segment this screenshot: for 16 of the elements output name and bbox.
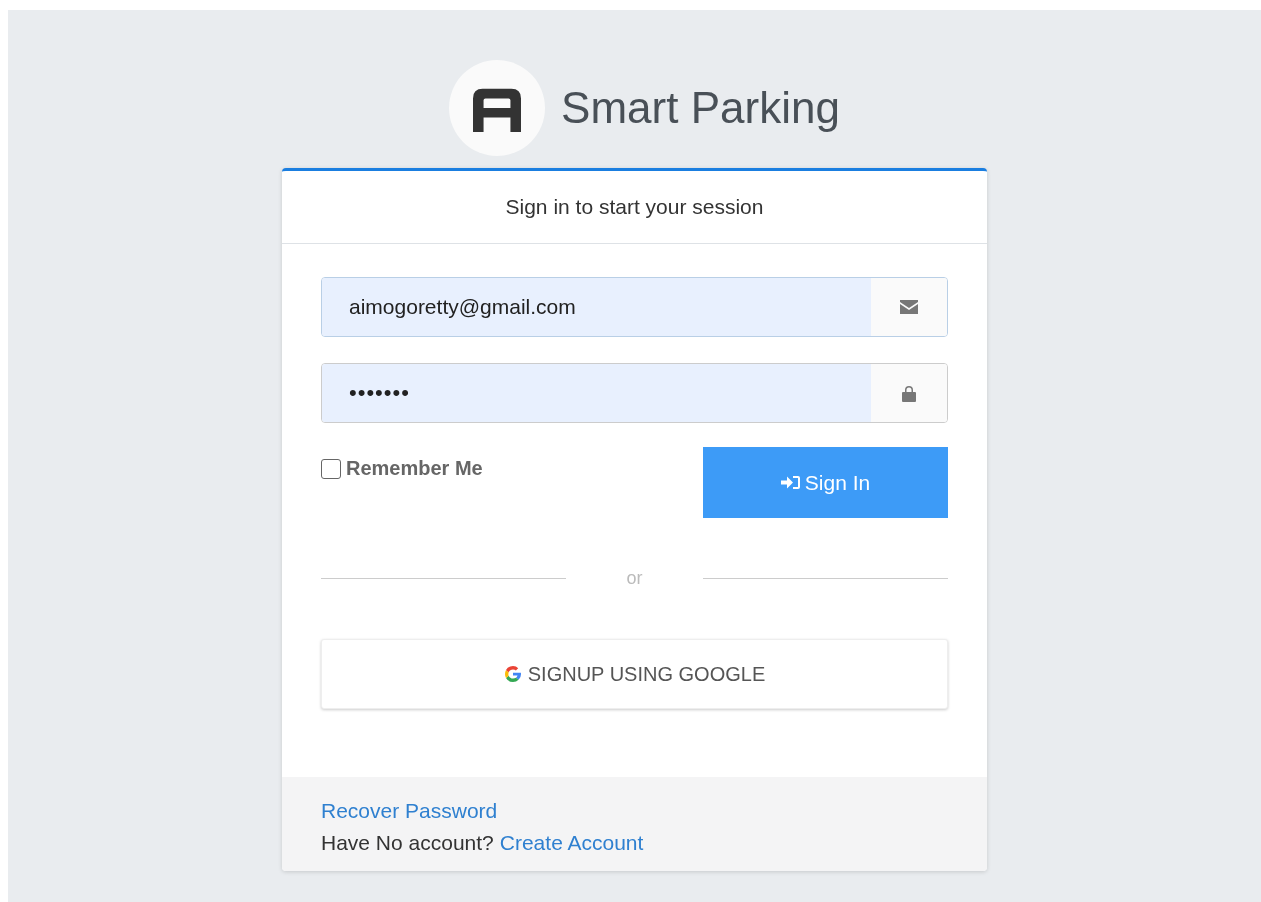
password-field[interactable]: ••••••• <box>321 363 948 423</box>
recover-password-link[interactable]: Recover Password <box>321 799 498 822</box>
app-title: Smart Parking <box>561 83 840 133</box>
no-account-text: Have No account? <box>321 831 494 855</box>
google-signup-button[interactable]: SIGNUP USING GOOGLE <box>321 639 948 709</box>
remember-label: Remember Me <box>346 457 483 480</box>
remember-checkbox[interactable] <box>321 458 341 479</box>
logo-icon <box>449 60 546 156</box>
divider-label: or <box>625 568 644 589</box>
envelope-icon <box>900 300 918 314</box>
google-icon <box>503 665 522 683</box>
create-account-link[interactable]: Create Account <box>499 831 644 855</box>
lock-icon <box>902 384 916 402</box>
sign-in-icon <box>780 475 801 490</box>
email-field[interactable]: aimogoretty@gmail.com <box>321 277 948 337</box>
card-header: Sign in to start your session <box>505 195 764 219</box>
